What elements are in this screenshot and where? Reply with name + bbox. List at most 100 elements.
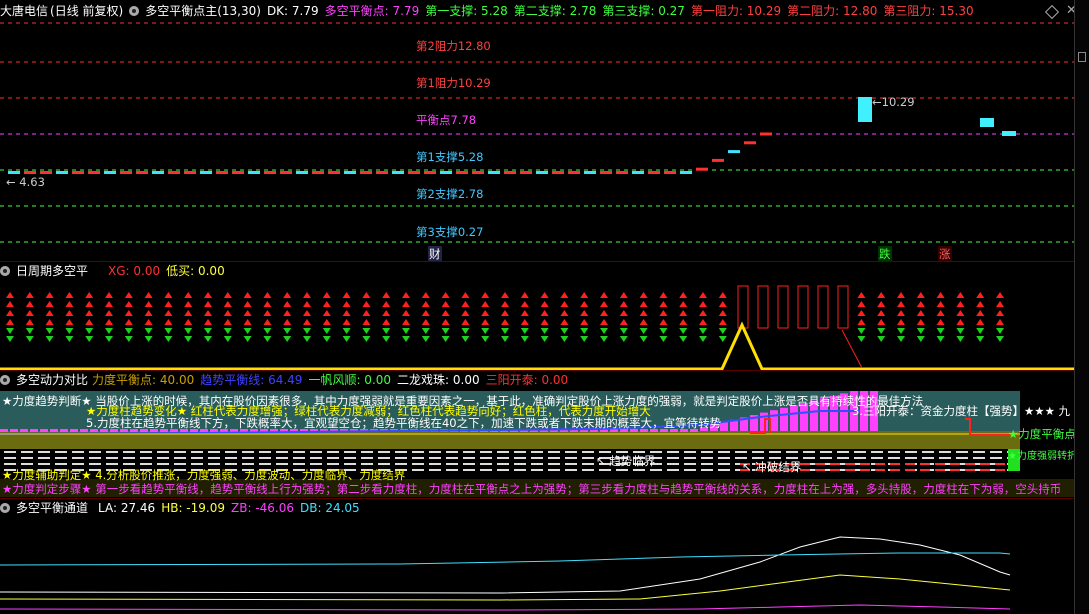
arrow-down-icon [897,328,905,334]
dash [225,463,237,465]
arrow-up-icon [362,292,371,298]
dash [208,463,220,465]
arrow-down-icon [659,336,668,342]
candle [136,171,148,174]
dash [72,457,84,459]
arrow-down-icon [362,328,371,334]
red-box [777,285,789,329]
dash [55,463,67,465]
arrow-up-icon [718,310,727,316]
dash [55,451,67,453]
arrow-up-icon [283,301,292,307]
arrow-up-icon [481,319,490,325]
arrow-up-icon [461,319,470,325]
arrow-up-icon [540,310,549,316]
candle [584,171,596,174]
arrow-up-icon [382,310,391,316]
arrow-up-icon [164,319,173,325]
arrow-up-icon [303,301,311,307]
arrow-up-icon [342,319,351,325]
arrow-down-icon [580,328,589,334]
dash [718,469,730,471]
dash [531,457,543,459]
red-dash [920,463,930,465]
channel-gear-icon[interactable] [0,503,10,513]
scroll-up-icon[interactable] [1078,52,1086,62]
force-bar [70,429,78,432]
arrow-down-icon [956,336,965,342]
arrow-up-icon [263,319,272,325]
candle [552,171,564,174]
dash [939,451,951,453]
arrow-up-icon [540,292,549,298]
arrow-down-icon [45,328,54,334]
arrow-up-icon [342,292,351,298]
arrow-up-icon [877,310,886,316]
channel-title[interactable]: 多空平衡通道 [16,501,88,515]
dash [548,469,560,471]
arrow-up-icon [560,301,569,307]
force-bar [60,429,68,432]
dash [106,457,118,459]
arrow-up-icon [679,301,688,307]
day-cycle-gear-icon[interactable] [0,266,10,276]
dash [157,451,169,453]
arrow-up-icon [303,319,311,325]
arrow-up-icon [996,310,1004,316]
dash [276,463,288,465]
arrow-down-icon [679,328,688,334]
arrow-down-icon [659,328,668,334]
red-dash [800,463,810,465]
dash [429,457,441,459]
day-cycle-panel[interactable]: 日周期多空平 XG: 0.00 低买: 0.00 [0,262,1075,370]
dash [701,469,713,471]
force-compare-panel[interactable]: 多空动力对比 力度平衡点: 40.00 趋势平衡线: 64.49 一帆风顺: 0.00… [0,371,1077,498]
arrow-up-icon [619,319,628,325]
channel-panel[interactable]: 多空平衡通道 LA: 27.46 HB: -19.09 ZB: -46.06 DB: 2… [0,499,1075,614]
dash [905,457,917,459]
arrow-down-icon [996,328,1004,334]
arrow-up-icon [263,310,272,316]
dash [38,463,50,465]
trend-balance-value: 趋势平衡线: 64.49 [200,373,303,387]
main-chart-panel[interactable]: 大唐电信 (日线 前复权) 多空平衡点主(13,30) DK: 7.79 多空平衡点: … [0,0,1077,262]
arrow-up-icon [976,292,985,298]
arrow-up-icon [897,301,905,307]
dash [480,451,492,453]
arrow-down-icon [124,336,133,342]
dash [990,451,1002,453]
arrow-up-icon [659,310,668,316]
arrow-up-icon [956,292,965,298]
dash [140,451,152,453]
arrow-down-icon [718,336,727,342]
force-gear-icon[interactable] [0,375,10,385]
candles [8,97,1016,174]
force-line-3: 5.力度柱在趋势平衡线下方，下跌概率大，宜观望空仓；趋势平衡线在40之下，加速下… [86,416,722,430]
dash [854,457,866,459]
arrow-down-icon [481,336,490,342]
dash [803,451,815,453]
day-cycle-title[interactable]: 日周期多空平 [16,264,88,278]
arrow-down-icon [243,336,252,342]
dash [429,469,441,471]
arrow-up-icon [25,319,34,325]
dash [4,463,16,465]
right-scrollbar[interactable] [1074,0,1089,614]
arrow-up-icon [382,292,391,298]
arrow-up-icon [6,292,14,298]
arrow-down-icon [501,328,509,334]
dash [973,457,985,459]
arrow-up-icon [441,292,450,298]
dash [259,463,271,465]
arrow-down-icon [283,328,292,334]
dash [293,463,305,465]
red-box-columns [737,285,849,329]
arrow-down-icon [699,328,707,334]
red-dash [845,463,855,465]
arrow-up-icon [461,310,470,316]
force-title[interactable]: 多空动力对比 [16,373,88,387]
three-yang-note: 3.三阳开泰：资金力度柱【强势】★★★ 九 [852,404,1071,418]
arrow-up-icon [936,301,945,307]
dash [157,457,169,459]
arrow-up-icon [441,301,450,307]
